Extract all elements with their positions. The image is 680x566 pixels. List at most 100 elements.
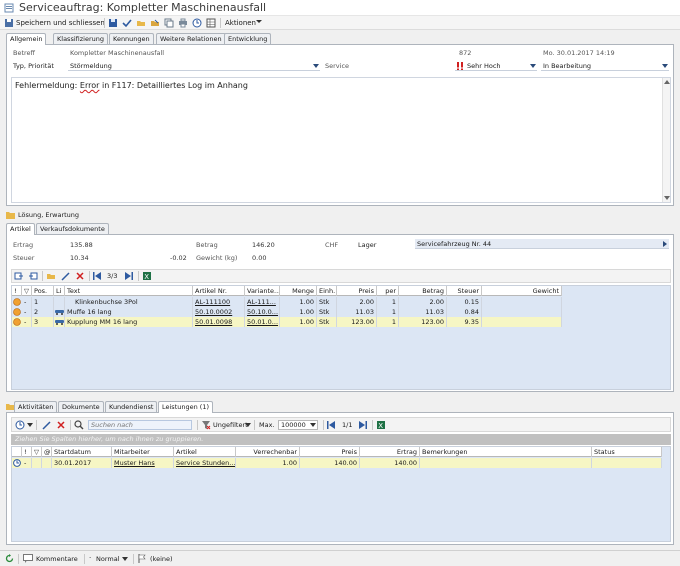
folder-add-icon[interactable]	[46, 271, 56, 281]
hdr-flag[interactable]: !	[22, 447, 32, 457]
hdr-preis[interactable]: Preis	[300, 447, 360, 457]
delete-icon[interactable]	[75, 271, 85, 281]
chevron-down-icon[interactable]	[245, 423, 251, 428]
hdr-betrag[interactable]: Betrag	[399, 286, 447, 296]
tab-verkaufsdokumente[interactable]: Verkaufsdokumente	[36, 223, 109, 234]
attachment-icon[interactable]: @	[42, 447, 52, 457]
tab-aktivitaeten[interactable]: Aktivitäten	[14, 401, 58, 412]
cell-artikel-nr[interactable]: AL-111100	[193, 297, 245, 307]
actions-menu[interactable]: Aktionen	[225, 17, 256, 29]
flag-icon[interactable]	[138, 554, 146, 563]
hdr-preis[interactable]: Preis	[337, 286, 377, 296]
chevron-down-icon[interactable]	[122, 557, 128, 561]
hdr-status[interactable]: Status	[592, 447, 662, 457]
hdr-pos[interactable]: Pos.	[32, 286, 54, 296]
hdr-artikel-nr[interactable]: Artikel Nr.	[193, 286, 245, 296]
cell-artikel[interactable]: Service Stunden...	[174, 458, 236, 468]
clock-icon[interactable]	[15, 420, 25, 430]
scroll-up-icon[interactable]	[664, 80, 670, 84]
chevron-down-icon[interactable]	[256, 19, 262, 25]
comment-icon[interactable]	[23, 554, 33, 563]
hdr-bemerkungen[interactable]: Bemerkungen	[420, 447, 592, 457]
print-icon[interactable]	[178, 18, 188, 28]
first-record-icon[interactable]	[92, 271, 102, 281]
excel-icon[interactable]: X	[376, 420, 386, 430]
edit-icon[interactable]	[42, 420, 52, 430]
comments-button[interactable]: Kommentare	[36, 555, 78, 563]
hdr-per[interactable]: per	[377, 286, 399, 296]
filter-select[interactable]: Ungefiltert	[213, 421, 248, 429]
copy-icon[interactable]	[164, 18, 174, 28]
filter-icon[interactable]: ▽	[22, 286, 32, 296]
hdr-menge[interactable]: Menge	[280, 286, 317, 296]
tab-artikel[interactable]: Artikel	[6, 223, 35, 235]
table-row[interactable]: - 2 Muffe 16 lang 50.10.0002 50.10.0... …	[12, 307, 562, 317]
hdr-einheit[interactable]: Einh.	[317, 286, 337, 296]
tab-klassifizierung[interactable]: Klassifizierung	[53, 33, 108, 44]
hdr-mitarbeiter[interactable]: Mitarbeiter	[112, 447, 174, 457]
cell-variante[interactable]: 50.10.0...	[245, 307, 280, 317]
save-icon[interactable]	[108, 18, 118, 28]
max-select[interactable]: 100000	[278, 420, 318, 430]
cell-artikel-nr[interactable]: 50.10.0002	[193, 307, 245, 317]
cell-variante[interactable]: AL-111...	[245, 297, 280, 307]
tab-kennungen[interactable]: Kennungen	[109, 33, 154, 44]
hdr-text[interactable]: Text	[65, 286, 193, 296]
tab-kundendienst[interactable]: Kundendienst	[105, 401, 158, 412]
description-scrollbar[interactable]	[662, 78, 670, 202]
tab-leistungen[interactable]: Leistungen (1)	[158, 401, 214, 413]
toolbar: Speichern und schliessen Aktionen	[0, 16, 680, 30]
cell-artikel-nr[interactable]: 50.01.0098	[193, 317, 245, 327]
grid-icon[interactable]	[206, 18, 216, 28]
tab-entwicklung[interactable]: Entwicklung	[224, 33, 272, 44]
hdr-artikel[interactable]: Artikel	[174, 447, 236, 457]
hdr-type[interactable]	[12, 447, 22, 457]
folder-export-icon[interactable]	[150, 18, 160, 28]
title-bar: Serviceauftrag: Kompletter Maschinenausf…	[0, 0, 680, 16]
tab-weitere-relationen[interactable]: Weitere Relationen	[156, 33, 226, 44]
hdr-li[interactable]: Li	[54, 286, 65, 296]
hdr-flag[interactable]: !	[12, 286, 22, 296]
description-editor[interactable]: Fehlermeldung: Error in F117: Detaillier…	[11, 77, 671, 203]
refresh-icon[interactable]	[5, 554, 14, 563]
hdr-startdatum[interactable]: Startdatum	[52, 447, 112, 457]
priority-status[interactable]: Normal	[96, 555, 120, 563]
betreff-field[interactable]: Kompletter Maschinenausfall	[70, 49, 164, 57]
table-row-selected[interactable]: - 3 Kupplung MM 16 lang 50.01.0098 50.01…	[12, 317, 562, 327]
filter-icon[interactable]	[201, 420, 211, 430]
group-panel[interactable]: Ziehen Sie Spalten hierher, um nach ihne…	[11, 434, 671, 445]
clock-icon[interactable]	[192, 18, 202, 28]
delete-icon[interactable]	[56, 420, 66, 430]
last-record-icon[interactable]	[124, 271, 134, 281]
import-icon[interactable]	[14, 271, 24, 281]
folder-open-icon[interactable]	[136, 18, 146, 28]
table-row[interactable]: - 1 Klinkenbuchse 3Pol AL-111100 AL-111.…	[12, 297, 562, 307]
hdr-steuer[interactable]: Steuer	[447, 286, 482, 296]
cell-variante[interactable]: 50.01.0...	[245, 317, 280, 327]
flag-status[interactable]: (keine)	[150, 555, 173, 563]
status-select[interactable]: In Bearbeitung	[541, 61, 669, 71]
tab-allgemein[interactable]: Allgemein	[6, 33, 47, 45]
hdr-gewicht[interactable]: Gewicht	[482, 286, 562, 296]
hdr-verrechenbar[interactable]: Verrechenbar	[236, 447, 300, 457]
cell-mitarbeiter[interactable]: Muster Hans	[112, 458, 174, 468]
first-record-icon[interactable]	[326, 420, 336, 430]
hdr-ertrag[interactable]: Ertrag	[360, 447, 420, 457]
chevron-down-icon[interactable]	[27, 423, 33, 428]
export-icon[interactable]	[28, 271, 38, 281]
tab-dokumente[interactable]: Dokumente	[58, 401, 104, 412]
filter-icon[interactable]: ▽	[32, 447, 42, 457]
edit-icon[interactable]	[61, 271, 71, 281]
solution-section[interactable]: Lösung, Erwartung	[6, 210, 674, 220]
search-input[interactable]	[88, 420, 192, 430]
save-close-button[interactable]: Speichern und schliessen	[16, 17, 105, 29]
excel-icon[interactable]: X	[142, 271, 152, 281]
lager-select[interactable]: Servicefahrzeug Nr. 44	[415, 239, 669, 249]
last-record-icon[interactable]	[358, 420, 368, 430]
check-icon[interactable]	[122, 18, 132, 28]
scroll-down-icon[interactable]	[664, 196, 670, 200]
hdr-variante[interactable]: Variante...	[245, 286, 280, 296]
table-row-selected[interactable]: - 30.01.2017 Muster Hans Service Stunden…	[12, 458, 662, 468]
priority-select[interactable]: Sehr Hoch	[455, 61, 537, 71]
typ-select[interactable]: Störmeldung	[68, 61, 320, 71]
